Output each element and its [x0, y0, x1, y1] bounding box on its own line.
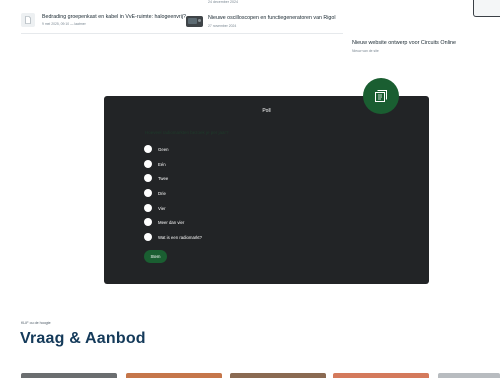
poll-option-wat-is-een-radiomarkt[interactable]: Wat is een radiomarkt?	[144, 233, 202, 241]
poll-option-label: Vier	[158, 205, 166, 211]
radio-button[interactable]	[144, 174, 152, 182]
poll-icon	[375, 90, 387, 102]
news-item-2-thumb[interactable]	[186, 16, 203, 27]
poll-option-vier[interactable]: Vier	[144, 204, 166, 212]
radio-button[interactable]	[144, 218, 152, 226]
section-title: Vraag & Aanbod	[20, 330, 146, 347]
radio-button[interactable]	[144, 233, 152, 241]
poll-option-label: Geen	[158, 146, 169, 152]
news-divider	[21, 33, 343, 34]
radio-button[interactable]	[144, 145, 152, 153]
poll-label: Poll	[262, 108, 271, 114]
news-item-1-meta: 9 mei 2025, 09:10 — laatmer	[42, 22, 86, 26]
poll-question: Hoeveel radiomarkten bezoek je per jaar?	[145, 130, 229, 135]
section-eyebrow: KLIF ou de hoogte	[21, 321, 51, 325]
radio-button[interactable]	[144, 160, 152, 168]
poll-option-een[interactable]: Eén	[144, 160, 166, 168]
sidebar-feature-meta: Nieuw van de site	[352, 49, 379, 53]
news-item-1-title[interactable]: Bedrading groepenkast en kabel in VvE-ru…	[42, 14, 186, 20]
radio-button[interactable]	[144, 189, 152, 197]
news-item-2-title[interactable]: Nieuwe oscilloscopen en functiegenerator…	[208, 15, 336, 21]
poll-option-label: Meer dan vier	[158, 219, 185, 225]
news-date-top: 24 december 2024	[208, 0, 238, 4]
vote-button[interactable]: Stem	[144, 250, 167, 263]
laptop-image[interactable]	[473, 0, 500, 17]
poll-option-twee[interactable]: Twee	[144, 174, 168, 182]
poll-option-drie[interactable]: Drie	[144, 189, 166, 197]
poll-option-label: Wat is een radiomarkt?	[158, 234, 203, 240]
oscilloscope-screen	[188, 18, 197, 24]
poll-option-label: Eén	[158, 161, 166, 167]
poll-option-geen[interactable]: Geen	[144, 145, 169, 153]
news-item-1-thumb[interactable]	[21, 13, 35, 27]
poll-option-label: Drie	[158, 190, 166, 196]
poll-option-meer-dan-vier[interactable]: Meer dan vier	[144, 218, 184, 226]
doc-icon	[25, 16, 31, 24]
news-item-2-meta: 27 november 2024	[208, 24, 237, 28]
poll-option-label: Twee	[158, 175, 169, 181]
oscilloscope-knob	[198, 19, 201, 22]
sidebar-feature-title[interactable]: Nieuw website ontwerp voor Circuits Onli…	[352, 40, 456, 46]
radio-button[interactable]	[144, 204, 152, 212]
